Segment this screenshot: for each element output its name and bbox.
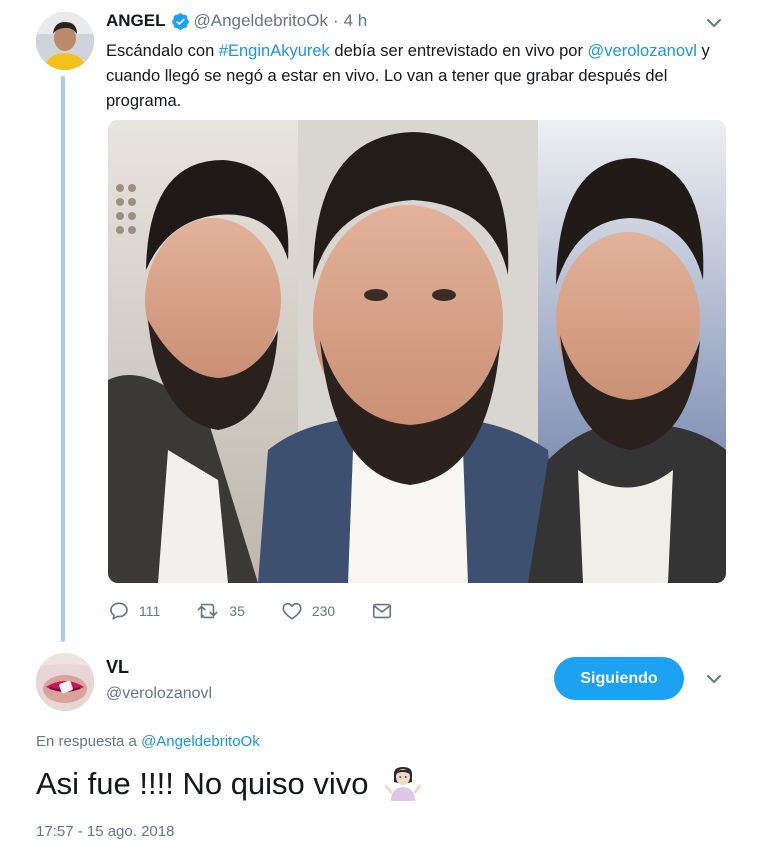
retweet-count: 35 — [229, 603, 245, 619]
author-name[interactable]: ANGEL — [106, 11, 166, 31]
mention-link[interactable]: @verolozanovl — [588, 42, 697, 60]
tweet-text-part: Escándalo con — [106, 42, 219, 60]
like-icon — [282, 602, 302, 620]
tweet-text: Escándalo con #EnginAkyurek debía ser en… — [106, 39, 736, 114]
direct-message-icon — [373, 603, 392, 619]
tweet-media-image[interactable] — [108, 120, 726, 583]
person-shrugging-emoji — [384, 767, 421, 801]
like-count: 230 — [311, 603, 336, 619]
tweet-time[interactable]: 4 h — [344, 11, 368, 31]
in-reply-handle-link[interactable]: @AngeldebritoOk — [141, 733, 260, 750]
separator-dot: · — [332, 11, 339, 30]
direct-message-action[interactable] — [371, 600, 402, 622]
retweet-action[interactable]: 35 — [196, 600, 245, 622]
retweet-icon — [197, 603, 218, 619]
original-tweet: ANGEL @AngeldebritoOk · 4 h Escándalo co… — [0, 0, 767, 645]
chevron-down-icon[interactable] — [704, 669, 724, 689]
reply-count: 111 — [139, 603, 161, 619]
reply-tweet: VL @verolozanovl Siguiendo En respuesta … — [0, 645, 767, 856]
author-avatar[interactable] — [36, 12, 94, 70]
reply-timestamp[interactable]: 17:57 - 15 ago. 2018 — [36, 823, 174, 840]
reply-text-content: Asi fue !!!! No quiso vivo — [36, 766, 369, 801]
reply-action[interactable]: 111 — [108, 600, 160, 622]
reply-author-avatar[interactable] — [36, 653, 94, 711]
tweet-actions: 111 35 230 — [108, 600, 438, 622]
reply-author-handle[interactable]: @verolozanovl — [106, 685, 212, 703]
reply-author-name[interactable]: VL — [106, 657, 129, 678]
chevron-down-icon[interactable] — [704, 13, 724, 33]
reply-text: Asi fue !!!! No quiso vivo — [36, 766, 421, 802]
reply-icon — [110, 602, 128, 620]
in-reply-prefix: En respuesta a — [36, 733, 142, 750]
tweet-header: ANGEL @AngeldebritoOk · 4 h — [106, 11, 367, 31]
following-button[interactable]: Siguiendo — [554, 657, 684, 700]
thread-line — [61, 76, 65, 642]
hashtag-link[interactable]: #EnginAkyurek — [219, 42, 330, 60]
tweet-text-part: debía ser entrevistado en vivo por — [329, 42, 588, 60]
verified-badge-icon — [171, 12, 189, 30]
like-action[interactable]: 230 — [281, 600, 335, 622]
in-reply-to: En respuesta a @AngeldebritoOk — [36, 733, 260, 750]
author-handle[interactable]: @AngeldebritoOk — [194, 11, 328, 31]
